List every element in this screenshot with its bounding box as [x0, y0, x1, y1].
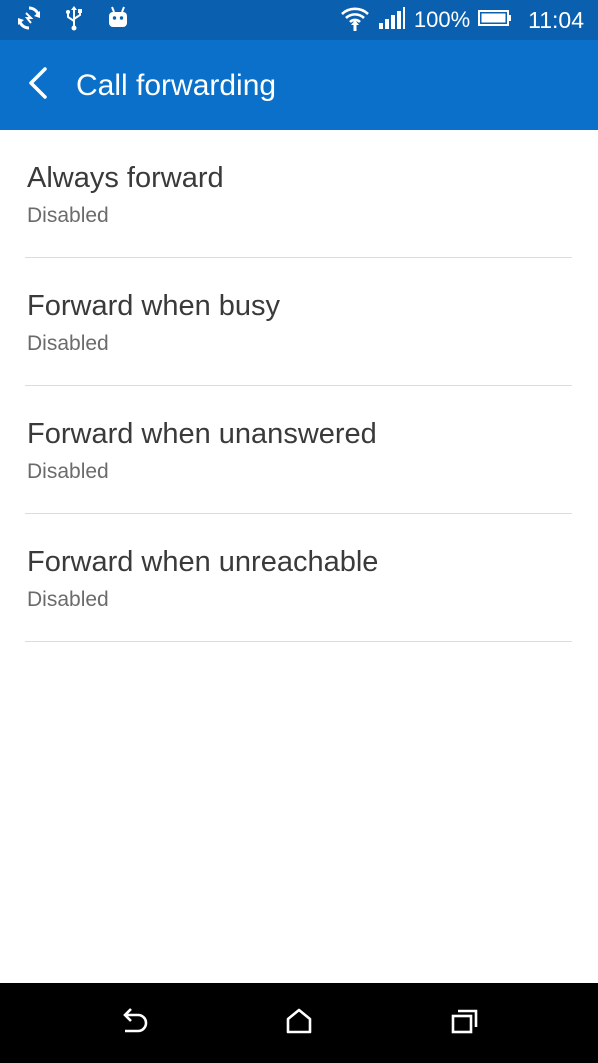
- android-icon: [106, 6, 130, 35]
- option-forward-when-unanswered[interactable]: Forward when unanswered Disabled: [0, 386, 598, 514]
- divider: [25, 641, 572, 642]
- option-forward-when-busy[interactable]: Forward when busy Disabled: [0, 258, 598, 386]
- battery-percent: 100%: [413, 7, 471, 32]
- status-bar: 100% 11:04: [0, 0, 598, 40]
- option-title: Forward when unanswered: [27, 418, 377, 450]
- app-bar: Call forwarding: [0, 40, 598, 130]
- option-status: Disabled: [27, 204, 109, 227]
- option-title: Always forward: [27, 162, 224, 194]
- signal-icon: [378, 6, 406, 35]
- usb-icon: [64, 5, 84, 36]
- option-title: Forward when unreachable: [27, 546, 379, 578]
- status-time: 11:04: [528, 7, 584, 33]
- option-status: Disabled: [27, 332, 109, 355]
- status-left-icons: [16, 0, 130, 40]
- nav-home-icon: [284, 1007, 314, 1040]
- navigation-bar: [0, 983, 598, 1063]
- nav-back-icon: [117, 1007, 149, 1040]
- nav-recents-button[interactable]: [440, 998, 490, 1048]
- forwarding-options-list: Always forward Disabled Forward when bus…: [0, 130, 598, 642]
- option-status: Disabled: [27, 588, 109, 611]
- status-right-icons: 100% 11:04: [340, 0, 584, 40]
- sync-icon: [16, 5, 42, 36]
- option-always-forward[interactable]: Always forward Disabled: [0, 130, 598, 258]
- back-button[interactable]: [14, 60, 64, 110]
- option-status: Disabled: [27, 460, 109, 483]
- option-forward-when-unreachable[interactable]: Forward when unreachable Disabled: [0, 514, 598, 642]
- nav-back-button[interactable]: [108, 998, 158, 1048]
- battery-icon: [478, 8, 512, 33]
- back-arrow-icon: [26, 66, 52, 105]
- nav-home-button[interactable]: [274, 998, 324, 1048]
- wifi-icon: [340, 4, 370, 37]
- option-title: Forward when busy: [27, 290, 281, 322]
- page-title: Call forwarding: [76, 69, 277, 102]
- nav-recents-icon: [450, 1007, 480, 1040]
